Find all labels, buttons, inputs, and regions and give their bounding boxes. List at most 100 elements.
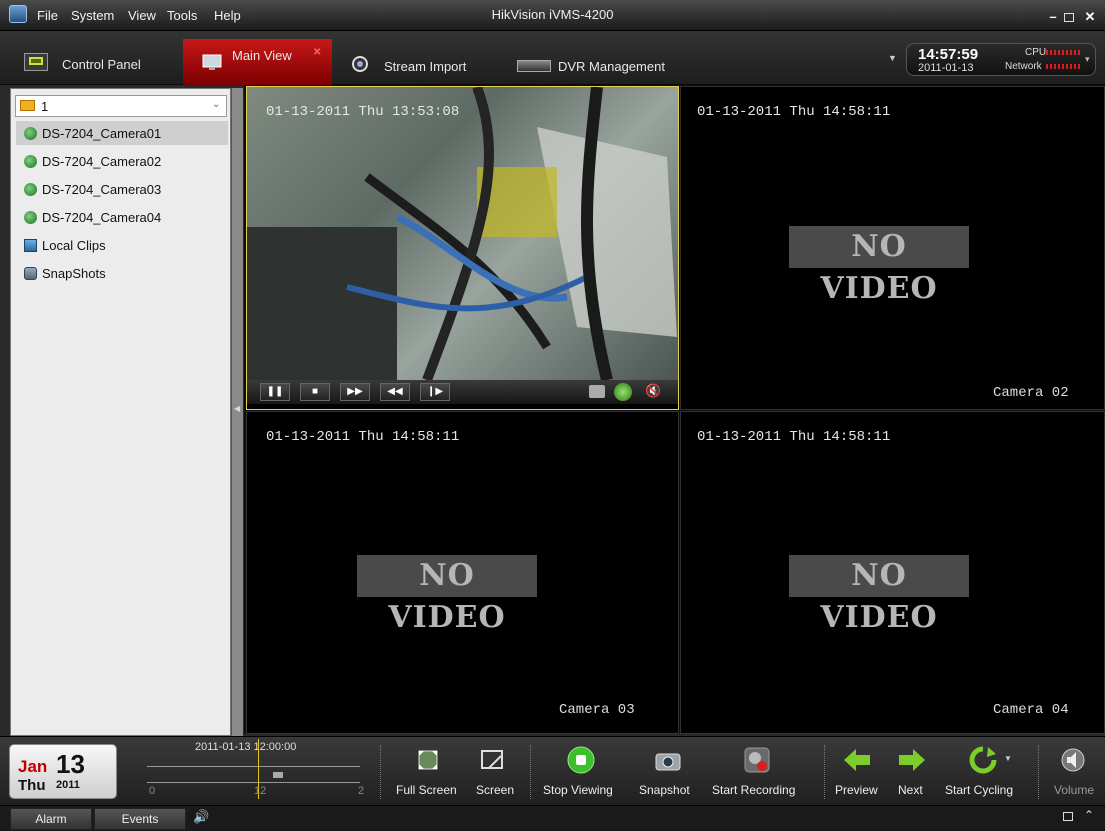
rewind-button[interactable]: ◀◀	[380, 383, 410, 401]
camera-icon	[24, 127, 37, 140]
group-select[interactable]: 1 ⌄	[15, 95, 227, 117]
calendar-day: 13	[56, 749, 85, 779]
tree-item-camera01[interactable]: DS-7204_Camera01	[16, 121, 228, 145]
events-tab[interactable]: Events	[94, 808, 186, 830]
tree-item-camera04[interactable]: DS-7204_Camera04	[16, 205, 228, 229]
stop-viewing-icon	[567, 746, 595, 774]
pane-2-camera-name: Camera 02	[993, 385, 1069, 401]
no-video-label: NO VIDEO	[789, 226, 969, 306]
timeline-track-top	[147, 766, 360, 767]
timeline-tick: 2	[358, 785, 365, 797]
menu-system[interactable]: System	[71, 8, 114, 23]
menu-help[interactable]: Help	[214, 8, 241, 23]
alarm-sound-icon[interactable]: 🔊	[193, 809, 209, 825]
pane-1-timestamp: 01-13-2011 Thu 13:53:08	[266, 104, 460, 120]
timeline-tick: 12	[254, 785, 267, 797]
pane-4-timestamp: 01-13-2011 Thu 14:58:11	[697, 429, 891, 445]
screen-layout-icon	[481, 750, 503, 769]
chevron-down-icon[interactable]: ▾	[1085, 54, 1090, 65]
close-icon[interactable]: ✕	[1082, 10, 1098, 24]
toolbar-divider	[1038, 745, 1039, 799]
capture-icon[interactable]	[589, 385, 605, 398]
tab-main-view[interactable]: Main View ✕	[183, 39, 332, 86]
fast-forward-button[interactable]: ▶▶	[340, 383, 370, 401]
cpu-meter	[1046, 50, 1080, 55]
stream-import-icon	[349, 53, 373, 72]
tree-item-camera02[interactable]: DS-7204_Camera02	[16, 149, 228, 173]
camera-icon	[24, 155, 37, 168]
full-screen-icon	[418, 750, 438, 770]
pane-3-timestamp: 01-13-2011 Thu 14:58:11	[266, 429, 460, 445]
maximize-icon[interactable]	[1064, 13, 1074, 22]
collapse-arrow-icon[interactable]: ◀	[234, 404, 240, 413]
playback-controls: ❚❚ ■ ▶▶ ◀◀ ❙▶ 🔇	[247, 380, 678, 404]
calendar-date-button[interactable]: Jan 13 Thu 2011	[9, 744, 117, 799]
timeline[interactable]: 2011-01-13 12:00:00 0 12 2	[125, 737, 380, 806]
timeline-track-bottom	[147, 782, 360, 783]
tree-item-snapshots[interactable]: SnapShots	[16, 261, 228, 285]
clock-time: 14:57:59	[918, 46, 979, 63]
arrow-left-icon	[844, 749, 870, 771]
tab-dvr-management[interactable]: DVR Management	[510, 39, 700, 86]
tab-stream-import[interactable]: Stream Import	[335, 39, 505, 86]
no-video-label: NO VIDEO	[789, 555, 969, 635]
screen-layout-button[interactable]: Screen	[470, 745, 520, 803]
video-pane-4[interactable]: 01-13-2011 Thu 14:58:11 NO VIDEO Camera …	[680, 411, 1105, 734]
tree-item-local-clips[interactable]: Local Clips	[16, 233, 228, 257]
video-pane-2[interactable]: 01-13-2011 Thu 14:58:11 NO VIDEO Camera …	[680, 86, 1105, 410]
timeline-handle[interactable]	[273, 772, 283, 778]
record-icon[interactable]	[614, 383, 632, 401]
stop-button[interactable]: ■	[300, 383, 330, 401]
menu-tools[interactable]: Tools	[167, 8, 197, 23]
next-button[interactable]: Next	[892, 745, 932, 803]
panel-splitter[interactable]: ◀	[231, 88, 243, 736]
restore-icon[interactable]	[1063, 812, 1073, 821]
menu-view[interactable]: View	[128, 8, 156, 23]
pane-4-camera-name: Camera 04	[993, 702, 1069, 718]
network-label: Network	[1005, 61, 1042, 72]
video-frame-image	[247, 87, 677, 382]
snapshot-button[interactable]: Snapshot	[636, 745, 700, 803]
timeline-label: 2011-01-13 12:00:00	[195, 741, 297, 753]
arrow-right-icon	[899, 749, 925, 771]
no-video-label: NO VIDEO	[357, 555, 537, 635]
cycle-icon	[969, 746, 997, 774]
main-view-icon	[201, 53, 225, 71]
status-clock: 14:57:59 2011-01-13 CPU Network ▾	[906, 43, 1096, 76]
full-screen-button[interactable]: Full Screen	[394, 745, 462, 803]
video-pane-3[interactable]: 01-13-2011 Thu 14:58:11 NO VIDEO Camera …	[246, 411, 679, 734]
step-forward-button[interactable]: ❙▶	[420, 383, 450, 401]
alarm-tab[interactable]: Alarm	[10, 808, 92, 830]
app-logo-icon	[9, 5, 27, 23]
menu-file[interactable]: File	[37, 8, 58, 23]
minimize-icon[interactable]: –	[1045, 10, 1061, 24]
stop-viewing-button[interactable]: Stop Viewing	[540, 745, 622, 803]
preview-button[interactable]: Preview	[830, 745, 884, 803]
dvr-icon	[517, 60, 551, 72]
timeline-tick: 0	[149, 785, 156, 797]
window-title: HikVision iVMS-4200	[491, 7, 614, 22]
start-recording-button[interactable]: Start Recording	[706, 745, 806, 803]
pause-button[interactable]: ❚❚	[260, 383, 290, 401]
close-tab-icon[interactable]: ✕	[313, 47, 321, 58]
pane-3-camera-name: Camera 03	[559, 702, 635, 718]
tab-bar: Control Panel Main View ✕ Stream Import …	[0, 31, 1105, 86]
live-video-feed	[247, 87, 678, 382]
audio-icon[interactable]: 🔇	[645, 383, 661, 399]
tab-control-panel[interactable]: Control Panel	[10, 39, 180, 86]
video-pane-1[interactable]: 01-13-2011 Thu 13:53:08 ❚❚ ■ ▶▶ ◀◀ ❙▶ 🔇	[246, 86, 679, 410]
tab-overflow-chevron-icon[interactable]: ▼	[888, 53, 897, 63]
camera-icon	[24, 211, 37, 224]
network-meter	[1046, 64, 1080, 69]
folder-icon	[20, 100, 35, 111]
clock-date: 2011-01-13	[918, 62, 974, 74]
cycle-options-chevron-icon[interactable]: ▼	[1004, 754, 1012, 763]
start-cycling-button[interactable]: ▼ Start Cycling	[940, 745, 1026, 803]
toolbar-divider	[824, 745, 825, 799]
volume-button[interactable]: Volume	[1046, 745, 1100, 803]
title-bar: File System View Tools Help HikVision iV…	[0, 0, 1105, 31]
tree-item-camera03[interactable]: DS-7204_Camera03	[16, 177, 228, 201]
volume-icon	[1061, 748, 1085, 772]
chevron-down-icon: ⌄	[212, 99, 221, 110]
expand-up-icon[interactable]: ⌃	[1084, 808, 1094, 822]
